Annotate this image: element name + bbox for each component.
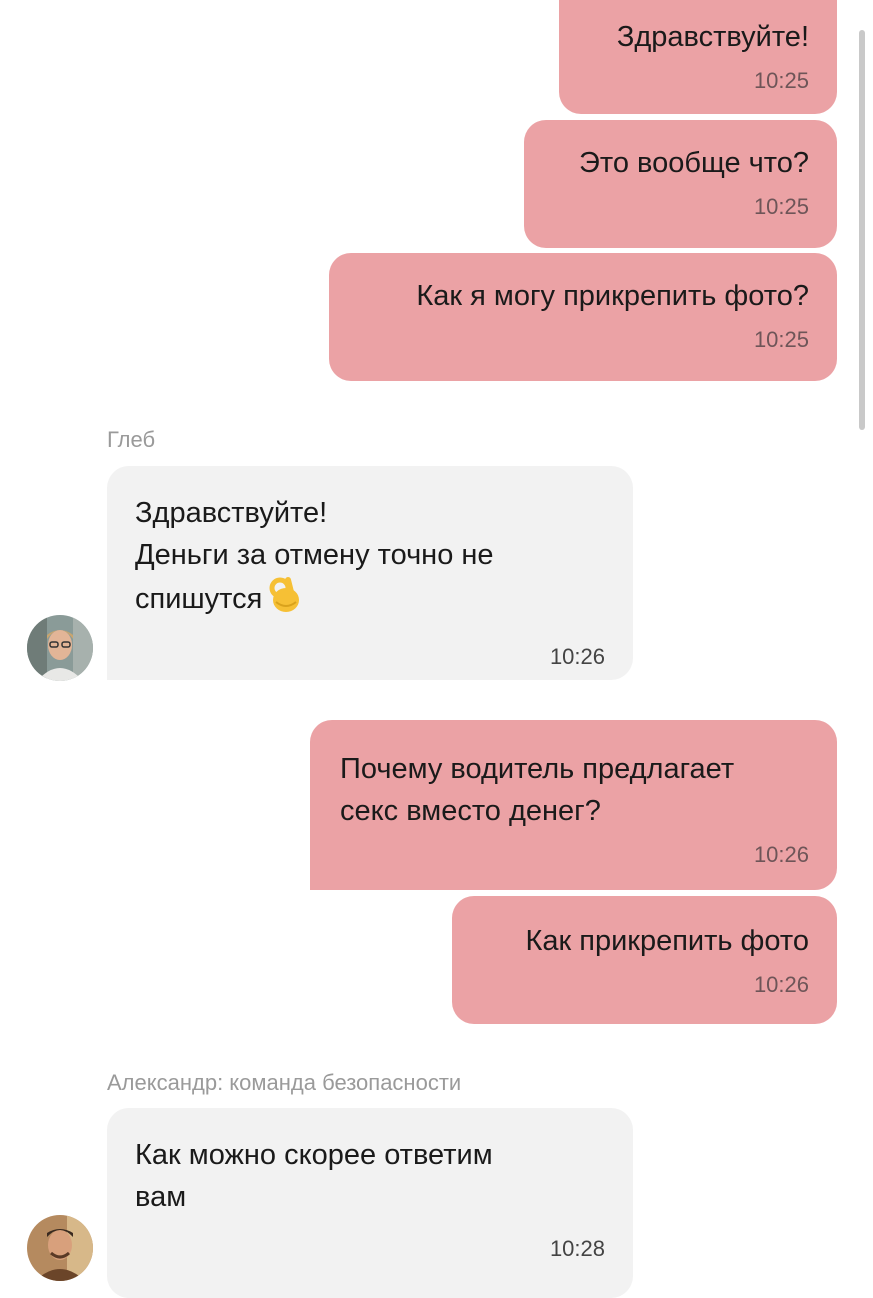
message-time: 10:26 xyxy=(753,842,809,867)
message-time: 10:25 xyxy=(753,194,809,219)
incoming-message[interactable]: Как можно скорее ответим вам 10:28 xyxy=(107,1108,633,1298)
message-text: Это вообще что? xyxy=(579,147,809,179)
scrollbar[interactable] xyxy=(859,30,865,430)
chat-thread: Здравствуйте! 10:25 Это вообще что? 10:2… xyxy=(0,0,873,1298)
message-text-wrap: Здравствуйте! Деньги за отмену точно не … xyxy=(135,492,605,626)
message-time: 10:25 xyxy=(753,327,809,352)
message-time: 10:26 xyxy=(549,644,605,669)
avatar-alexander[interactable] xyxy=(27,1215,93,1281)
ok-hand-emoji xyxy=(268,576,302,626)
message-time: 10:26 xyxy=(753,972,809,997)
outgoing-message[interactable]: Здравствуйте! 10:25 xyxy=(559,0,837,114)
outgoing-message[interactable]: Это вообще что? 10:25 xyxy=(524,120,837,248)
outgoing-message[interactable]: Как я могу прикрепить фото? 10:25 xyxy=(329,253,837,381)
incoming-message[interactable]: Здравствуйте! Деньги за отмену точно не … xyxy=(107,466,633,680)
avatar-gleb[interactable] xyxy=(27,615,93,681)
message-text: Почему водитель предлагает секс вместо д… xyxy=(340,753,735,827)
message-time: 10:28 xyxy=(549,1236,605,1261)
outgoing-message[interactable]: Как прикрепить фото 10:26 xyxy=(452,896,837,1024)
message-text: Как прикрепить фото xyxy=(525,925,809,957)
outgoing-message[interactable]: Почему водитель предлагает секс вместо д… xyxy=(310,720,837,890)
message-text: Как можно скорее ответим вам xyxy=(135,1139,493,1213)
message-text: Здравствуйте! Деньги за отмену точно не … xyxy=(135,497,494,615)
message-time: 10:25 xyxy=(753,68,809,93)
sender-name: Глеб xyxy=(107,427,156,452)
sender-name: Александр: команда безопасности xyxy=(107,1070,462,1095)
message-text: Как я могу прикрепить фото? xyxy=(416,280,809,312)
message-text: Здравствуйте! xyxy=(616,21,809,53)
